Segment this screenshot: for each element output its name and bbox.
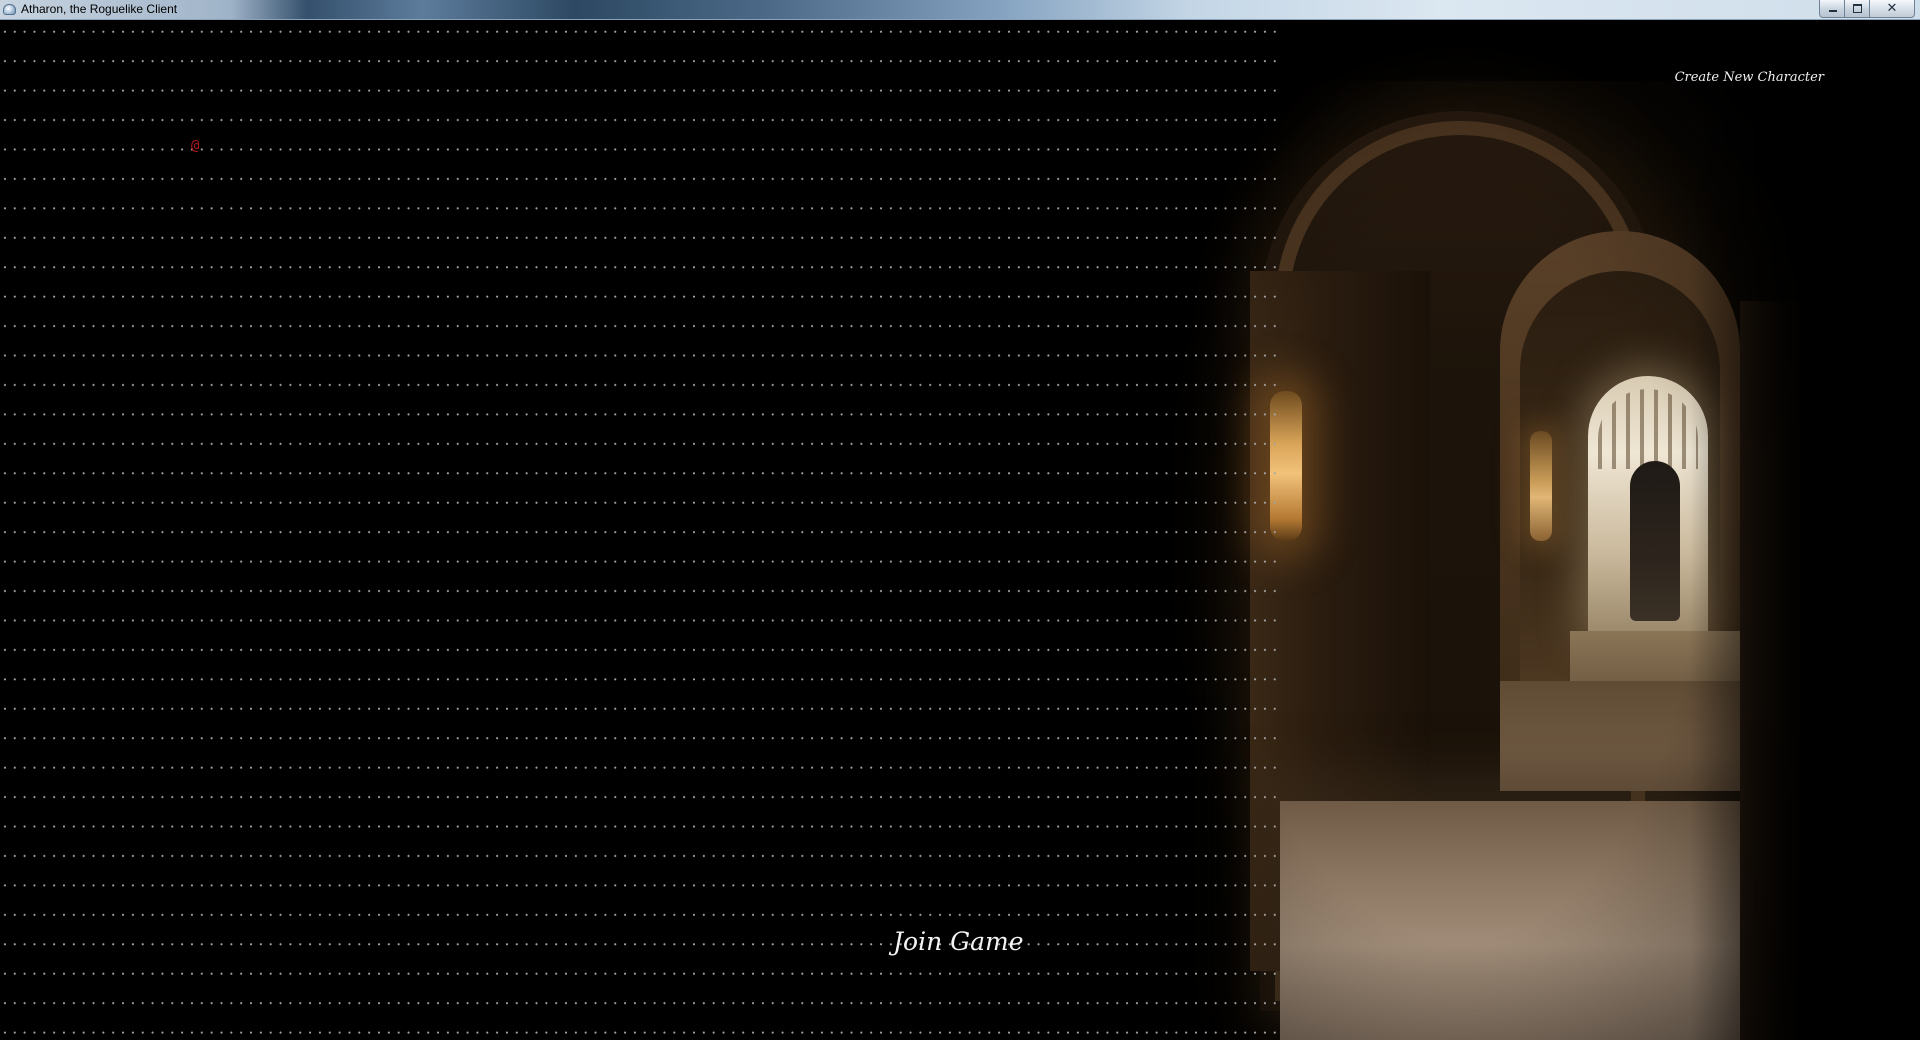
- close-button[interactable]: ✕: [1870, 0, 1915, 18]
- maximize-button[interactable]: [1845, 0, 1870, 18]
- window-title: Atharon, the Roguelike Client: [21, 2, 178, 16]
- game-window: Atharon, the Roguelike Client ✕ @ Create…: [0, 0, 1920, 1040]
- game-canvas[interactable]: @ Create New Character Join Game: [0, 21, 1920, 1040]
- create-new-character-button[interactable]: Create New Character: [1675, 70, 1824, 85]
- window-controls: ✕: [1819, 0, 1915, 18]
- minimize-button[interactable]: [1819, 0, 1845, 18]
- close-icon: ✕: [1886, 1, 1898, 16]
- map-dot-grid: [0, 21, 1280, 1040]
- join-game-button[interactable]: Join Game: [893, 927, 1024, 956]
- player-character-glyph: @: [191, 138, 200, 154]
- app-icon[interactable]: [3, 4, 16, 15]
- window-titlebar[interactable]: Atharon, the Roguelike Client ✕: [0, 0, 1920, 20]
